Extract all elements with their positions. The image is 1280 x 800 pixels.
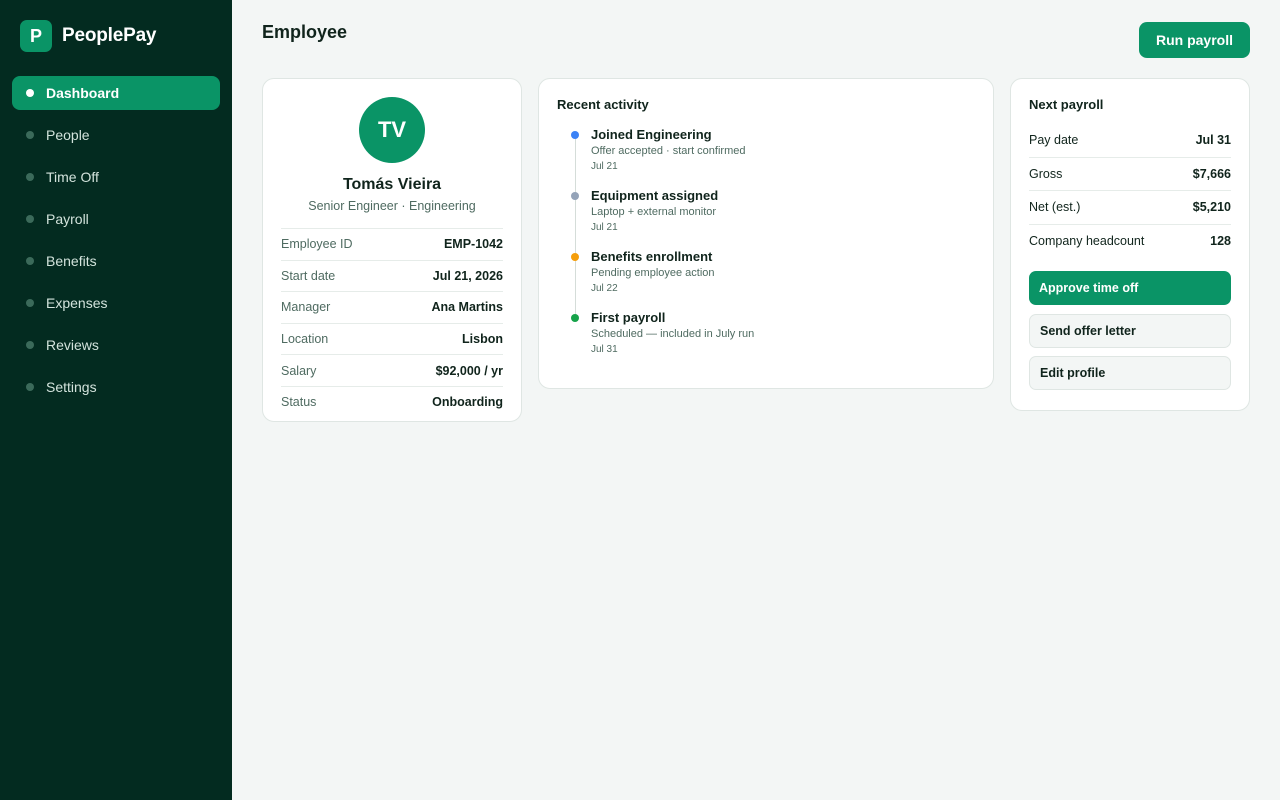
detail-row-employee-id: Employee ID EMP-1042 — [281, 228, 503, 260]
detail-value: $92,000 / yr — [435, 363, 503, 378]
payroll-label: Company headcount — [1029, 234, 1145, 249]
payroll-row-net: Net (est.) $5,210 — [1029, 191, 1231, 225]
detail-row-salary: Salary $92,000 / yr — [281, 354, 503, 386]
edit-profile-button[interactable]: Edit profile — [1029, 356, 1231, 390]
brand-name: PeoplePay — [62, 25, 157, 46]
page-title: Employee — [262, 22, 348, 42]
sidebar: P PeoplePay Dashboard People Time Off Pa… — [0, 0, 232, 800]
employee-details: Employee ID EMP-1042 Start date Jul 21, … — [281, 228, 503, 418]
status-badge: Onboarding — [432, 395, 503, 410]
employee-role: Senior Engineer · Engineering — [308, 199, 476, 213]
timeline-item: First payroll Scheduled — included in Ju… — [557, 310, 975, 371]
sidebar-item-label: Time Off — [46, 169, 99, 185]
detail-label: Start date — [281, 268, 336, 283]
sidebar-item-reviews[interactable]: Reviews — [12, 328, 220, 362]
timeline-title: Joined Engineering — [591, 127, 712, 142]
sidebar-item-time-off[interactable]: Time Off — [12, 160, 220, 194]
bullet-icon — [26, 89, 34, 97]
detail-label: Location — [281, 332, 329, 347]
sidebar-item-label: Benefits — [46, 253, 97, 269]
timeline-date: Jul 21 — [591, 222, 618, 233]
sidebar-item-people[interactable]: People — [12, 118, 220, 152]
timeline-title: Benefits enrollment — [591, 249, 713, 264]
detail-label: Salary — [281, 363, 317, 378]
payroll-value: Jul 31 — [1195, 133, 1231, 148]
payroll-label: Net (est.) — [1029, 200, 1081, 215]
bullet-icon — [26, 383, 34, 391]
timeline-detail: Pending employee action — [591, 267, 715, 279]
timeline-date: Jul 22 — [591, 283, 618, 294]
detail-value: Ana Martins — [431, 300, 503, 315]
send-offer-letter-button[interactable]: Send offer letter — [1029, 313, 1231, 348]
payroll-row-gross: Gross $7,666 — [1029, 158, 1231, 191]
payroll-label: Pay date — [1029, 133, 1079, 148]
payroll-value: $7,666 — [1192, 166, 1231, 181]
detail-label: Employee ID — [281, 237, 353, 252]
detail-row-start-date: Start date Jul 21, 2026 — [281, 259, 503, 292]
payroll-row-headcount: Company headcount 128 — [1029, 225, 1231, 259]
employee-name: Tomás Vieira — [342, 176, 442, 193]
timeline-detail: Scheduled — included in July run — [591, 328, 755, 340]
bullet-icon — [26, 299, 34, 307]
timeline-item: Joined Engineering Offer accepted · star… — [557, 127, 975, 188]
detail-row-manager: Manager Ana Martins — [281, 291, 503, 323]
timeline-dot-icon — [571, 253, 579, 261]
sidebar-item-label: People — [46, 127, 90, 143]
timeline-item: Benefits enrollment Pending employee act… — [557, 249, 975, 310]
bullet-icon — [26, 341, 34, 349]
brand[interactable]: P PeoplePay — [20, 20, 157, 52]
sidebar-item-benefits[interactable]: Benefits — [12, 244, 220, 278]
sidebar-item-expenses[interactable]: Expenses — [12, 286, 220, 320]
card-title: Next payroll — [1029, 97, 1104, 112]
sidebar-item-label: Payroll — [46, 211, 89, 227]
sidebar-item-label: Settings — [46, 379, 97, 395]
avatar: TV — [359, 97, 425, 163]
detail-value: Jul 21, 2026 — [432, 268, 503, 283]
bullet-icon — [26, 257, 34, 265]
detail-row-location: Location Lisbon — [281, 322, 503, 355]
employee-profile-card: TV Tomás Vieira Senior Engineer · Engine… — [262, 78, 522, 422]
run-payroll-button[interactable]: Run payroll — [1139, 22, 1250, 58]
quick-actions: Approve time off Send offer letter Edit … — [1029, 271, 1231, 390]
bullet-icon — [26, 215, 34, 223]
timeline-dot-icon — [571, 192, 579, 200]
timeline-title: Equipment assigned — [591, 188, 719, 203]
bullet-icon — [26, 131, 34, 139]
timeline-title: First payroll — [591, 310, 666, 325]
detail-value: EMP-1042 — [443, 237, 503, 252]
sidebar-item-label: Reviews — [46, 337, 99, 353]
timeline-dot-icon — [571, 314, 579, 322]
detail-value: Lisbon — [462, 332, 503, 347]
next-payroll-card: Next payroll Pay date Jul 31 Gross $7,66… — [1010, 78, 1250, 411]
approve-time-off-button[interactable]: Approve time off — [1029, 271, 1231, 305]
sidebar-nav: Dashboard People Time Off Payroll Benefi… — [12, 76, 220, 412]
payroll-summary: Pay date Jul 31 Gross $7,666 Net (est.) … — [1029, 124, 1231, 258]
timeline-detail: Offer accepted · start confirmed — [591, 145, 746, 157]
sidebar-item-settings[interactable]: Settings — [12, 370, 220, 404]
sidebar-item-payroll[interactable]: Payroll — [12, 202, 220, 236]
sidebar-item-label: Expenses — [46, 295, 108, 311]
detail-label: Status — [281, 395, 317, 410]
activity-timeline: Joined Engineering Offer accepted · star… — [557, 127, 975, 371]
payroll-label: Gross — [1029, 166, 1063, 181]
detail-row-status: Status Onboarding — [281, 385, 503, 418]
payroll-value: 128 — [1210, 234, 1231, 249]
detail-label: Manager — [281, 300, 331, 315]
sidebar-item-dashboard[interactable]: Dashboard — [12, 76, 220, 110]
brand-logo-icon: P — [20, 20, 52, 52]
card-title: Recent activity — [557, 97, 649, 112]
timeline-detail: Laptop + external monitor — [591, 206, 717, 218]
sidebar-item-label: Dashboard — [46, 85, 120, 101]
bullet-icon — [26, 173, 34, 181]
payroll-value: $5,210 — [1192, 200, 1231, 215]
timeline-dot-icon — [571, 131, 579, 139]
payroll-row-pay-date: Pay date Jul 31 — [1029, 124, 1231, 158]
timeline-date: Jul 31 — [591, 344, 618, 355]
recent-activity-card: Recent activity Joined Engineering Offer… — [538, 78, 994, 389]
timeline-item: Equipment assigned Laptop + external mon… — [557, 188, 975, 249]
timeline-date: Jul 21 — [591, 161, 618, 172]
